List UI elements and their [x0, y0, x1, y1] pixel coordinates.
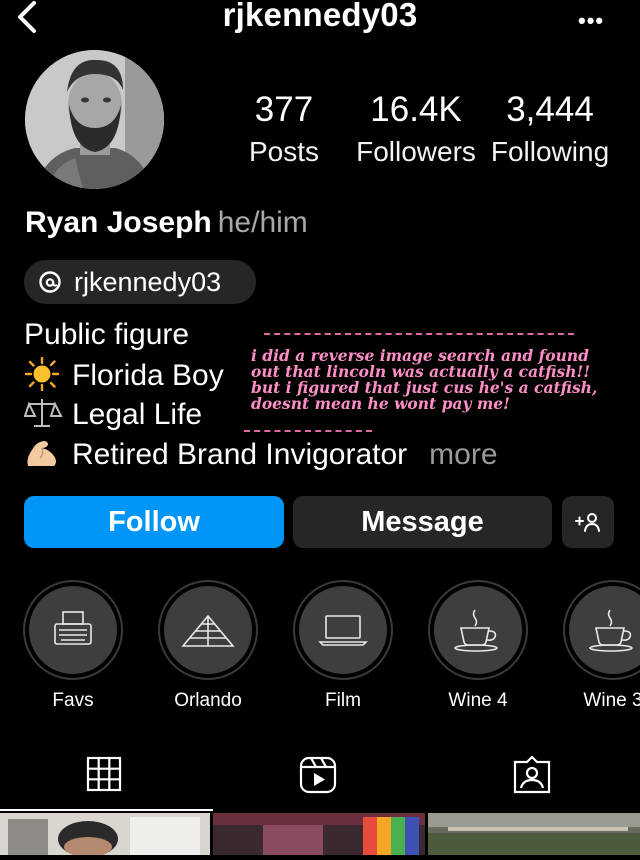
bio-category: Public figure — [24, 318, 190, 351]
following-label[interactable]: Following — [486, 136, 614, 168]
more-options-button[interactable]: ••• — [578, 8, 604, 34]
coffee-cup-icon — [589, 609, 633, 652]
post-thumbnail-2[interactable] — [213, 813, 425, 855]
profile-username-title: rjkennedy03 — [222, 0, 418, 33]
scales-icon — [24, 399, 63, 427]
laptop-icon — [318, 615, 368, 646]
tagged-icon — [513, 755, 551, 794]
bio-line-brand: Retired Brand Invigorator more — [24, 436, 498, 472]
pronouns: he/him — [217, 206, 308, 239]
tab-tagged[interactable] — [513, 755, 553, 796]
follow-button[interactable]: Follow — [24, 496, 284, 548]
sun-icon — [24, 357, 60, 391]
suggest-people-button[interactable] — [562, 496, 614, 548]
threads-icon — [39, 271, 61, 293]
tab-reels[interactable] — [299, 756, 339, 796]
highlight-orlando[interactable] — [158, 580, 258, 680]
annotation-dash-bottom — [244, 430, 372, 432]
posts-count: 377 — [254, 90, 314, 129]
threads-badge[interactable]: rjkennedy03 — [24, 260, 256, 304]
post-thumbnail-3[interactable] — [428, 813, 640, 855]
typewriter-icon — [54, 611, 92, 645]
pyramid-icon — [181, 614, 235, 647]
bio-florida-text: Florida Boy — [72, 359, 224, 392]
profile-name-row: Ryan Joseph he/him — [25, 206, 308, 240]
following-count[interactable]: 3,444 — [486, 90, 614, 130]
coffee-cup-icon — [454, 609, 498, 652]
highlight-film[interactable] — [293, 580, 393, 680]
bio-more-link[interactable]: more — [429, 438, 497, 471]
highlight-wine-4-label: Wine 4 — [448, 690, 508, 711]
highlight-wine-4[interactable] — [428, 580, 528, 680]
add-person-icon — [575, 513, 600, 532]
active-tab-indicator — [0, 809, 213, 811]
grid-icon — [86, 756, 122, 792]
more-horizontal-icon: ••• — [578, 8, 605, 33]
highlight-wine-4-cover — [434, 586, 522, 674]
annotation-dash-top — [264, 333, 574, 335]
bio-line-florida: Florida Boy — [24, 357, 224, 393]
highlight-favs[interactable] — [23, 580, 123, 680]
highlight-film-cover — [299, 586, 387, 674]
tab-posts-grid[interactable] — [86, 756, 126, 796]
message-button[interactable]: Message — [293, 496, 552, 548]
flexed-biceps-icon — [27, 441, 56, 466]
bio-brand-text: Retired Brand Invigorator — [72, 438, 408, 471]
highlight-favs-cover — [29, 586, 117, 674]
posts-label: Posts — [248, 136, 320, 167]
bio-line-legal: Legal Life — [24, 396, 202, 432]
annotation-note: i did a reverse image search and found o… — [251, 346, 598, 413]
bio-legal-text: Legal Life — [72, 398, 203, 431]
followers-label[interactable]: Followers — [354, 136, 478, 168]
post-thumbnail-1[interactable] — [0, 813, 210, 857]
avatar[interactable] — [25, 50, 164, 189]
display-name: Ryan Joseph — [25, 206, 212, 239]
reels-icon — [299, 756, 337, 794]
highlight-orlando-label: Orlando — [174, 690, 242, 711]
highlight-wine-3-cover — [569, 586, 640, 674]
highlight-film-label: Film — [325, 690, 361, 711]
highlight-wine-3[interactable] — [563, 580, 640, 680]
highlight-wine-3-label: Wine 3 — [583, 690, 640, 711]
followers-count[interactable]: 16.4K — [354, 90, 478, 130]
highlight-favs-label: Favs — [52, 690, 94, 711]
highlight-orlando-cover — [164, 586, 252, 674]
threads-handle: rjkennedy03 — [74, 266, 222, 297]
